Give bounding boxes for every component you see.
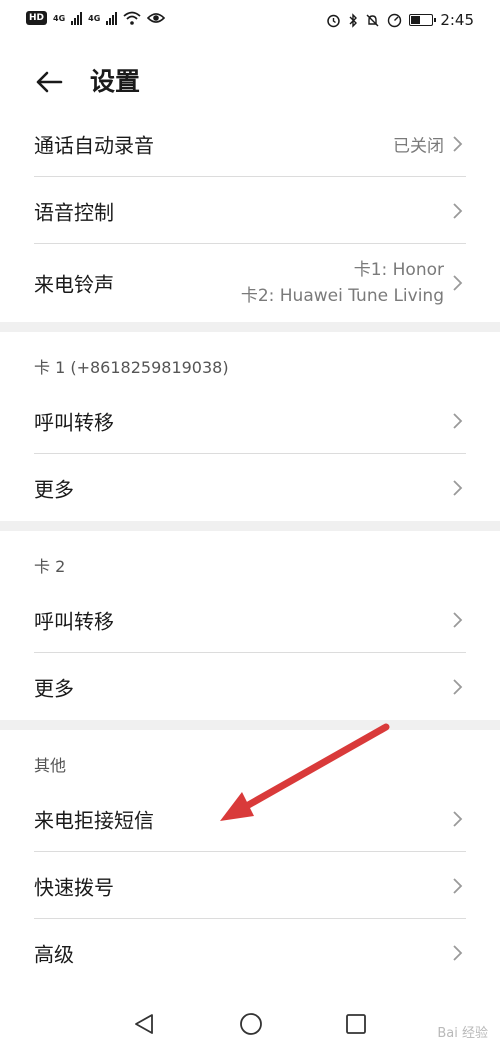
page-title: 设置 <box>90 67 141 96</box>
row-value: 已关闭 <box>393 136 444 156</box>
section-title: 其他 <box>34 756 67 775</box>
section-header-card2: 卡 2 <box>0 531 500 586</box>
eye-icon <box>147 13 166 23</box>
status-time: 2:45 <box>440 11 474 29</box>
battery-level <box>411 16 420 24</box>
chevron-right-icon <box>453 810 463 827</box>
section-gap <box>0 322 500 332</box>
data-speed-icon <box>388 13 402 27</box>
nav-home-icon[interactable] <box>239 1012 263 1036</box>
watermark: Bai 经验 <box>437 1026 488 1041</box>
row-speed-dial[interactable]: 快速拨号 <box>0 852 500 919</box>
row-card2-call-forwarding[interactable]: 呼叫转移 <box>0 586 500 653</box>
app-bar: 设置 <box>0 55 500 111</box>
status-bar: HD 4G 4G 2:45 <box>0 0 500 42</box>
status-left: HD 4G 4G <box>26 11 166 25</box>
row-card1-call-forwarding[interactable]: 呼叫转移 <box>0 387 500 454</box>
status-right: 2:45 <box>326 11 474 29</box>
nav-back-icon[interactable] <box>133 1013 155 1035</box>
row-label: 呼叫转移 <box>34 410 114 434</box>
row-label: 高级 <box>34 942 74 966</box>
nav-recent-apps-icon[interactable] <box>345 1013 367 1035</box>
row-label: 来电铃声 <box>34 272 114 297</box>
bluetooth-icon <box>349 12 358 28</box>
row-ringtone[interactable]: 来电铃声 卡1: Honor 卡2: Huawei Tune Living <box>0 244 500 322</box>
network-type-1: 4G <box>53 13 66 23</box>
system-nav-bar <box>0 996 500 1056</box>
row-label: 更多 <box>34 477 74 501</box>
chevron-right-icon <box>453 275 463 291</box>
chevron-right-icon <box>453 202 463 219</box>
wifi-icon <box>123 11 141 25</box>
row-voice-control[interactable]: 语音控制 <box>0 177 500 244</box>
battery-icon <box>409 14 437 26</box>
row-reject-sms[interactable]: 来电拒接短信 <box>0 785 500 852</box>
signal-icon <box>71 11 83 25</box>
network-type-2: 4G <box>88 13 101 23</box>
row-label: 来电拒接短信 <box>34 808 154 832</box>
row-label: 通话自动录音 <box>34 133 154 157</box>
row-label: 更多 <box>34 676 74 700</box>
ringtone-card1: 卡1: Honor <box>353 260 444 280</box>
chevron-right-icon <box>453 135 463 152</box>
row-value: 卡1: Honor 卡2: Huawei Tune Living <box>241 257 444 309</box>
chevron-right-icon <box>453 944 463 961</box>
section-title: 卡 1 (+8618259819038) <box>34 358 229 377</box>
row-auto-record[interactable]: 通话自动录音 已关闭 <box>0 110 500 177</box>
back-arrow-icon[interactable] <box>34 67 64 97</box>
settings-list: 通话自动录音 已关闭 语音控制 来电铃声 卡1: Honor 卡2: Huawe… <box>0 110 500 986</box>
chevron-right-icon <box>453 877 463 894</box>
chevron-right-icon <box>453 412 463 429</box>
ringtone-card2: 卡2: Huawei Tune Living <box>240 286 444 306</box>
signal-icon-2 <box>106 11 118 25</box>
section-gap <box>0 521 500 531</box>
hd-badge: HD <box>26 11 48 25</box>
section-title: 卡 2 <box>34 557 66 576</box>
section-header-card1: 卡 1 (+8618259819038) <box>0 332 500 387</box>
row-label: 语音控制 <box>34 200 114 224</box>
row-label: 快速拨号 <box>34 875 114 899</box>
row-card1-more[interactable]: 更多 <box>0 454 500 521</box>
section-header-other: 其他 <box>0 730 500 785</box>
row-label: 呼叫转移 <box>34 609 114 633</box>
row-advanced[interactable]: 高级 <box>0 919 500 986</box>
mute-bell-icon <box>366 14 379 26</box>
chevron-right-icon <box>453 611 463 628</box>
section-gap <box>0 720 500 730</box>
chevron-right-icon <box>453 678 463 695</box>
chevron-right-icon <box>453 479 463 496</box>
alarm-icon <box>327 14 341 27</box>
row-card2-more[interactable]: 更多 <box>0 653 500 720</box>
